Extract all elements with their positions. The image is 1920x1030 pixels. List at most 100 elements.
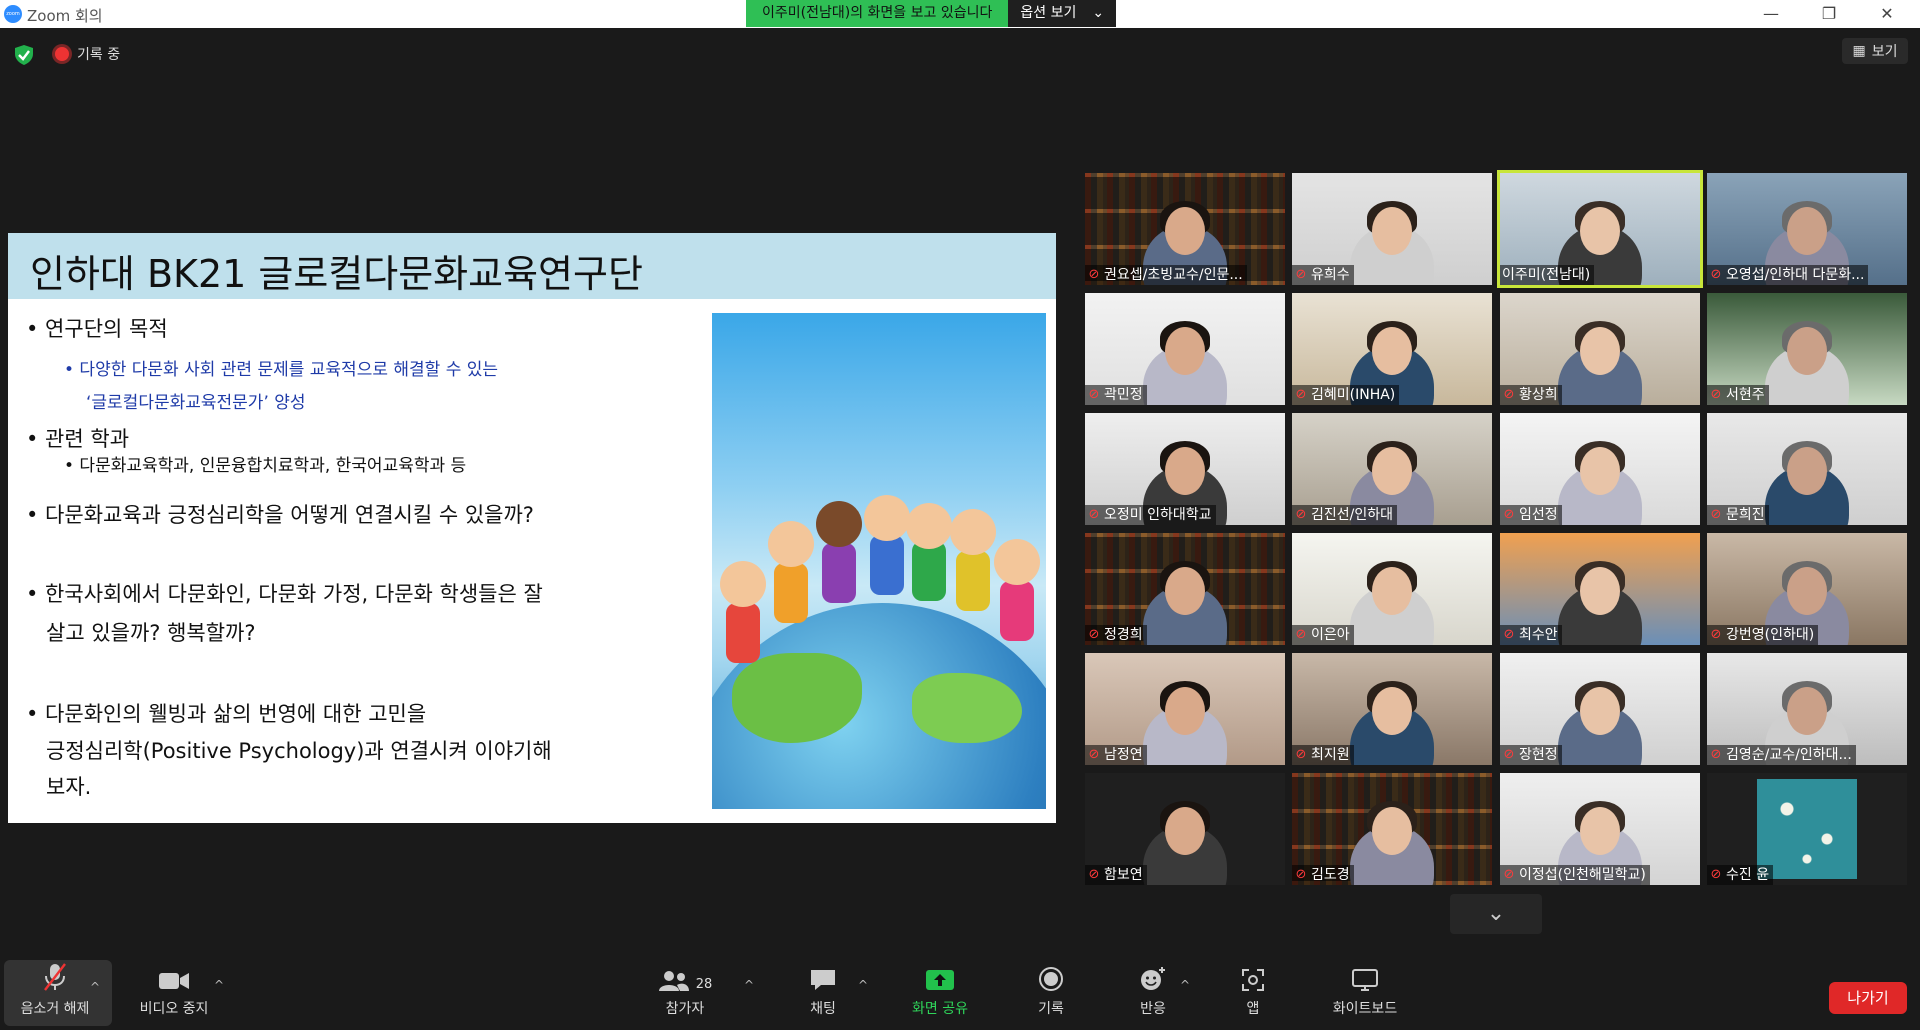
participant-name-label: ⊘ 최수안 xyxy=(1500,625,1562,645)
view-label: 보기 xyxy=(1871,44,1898,60)
participant-video-tile[interactable]: ⊘ 임선정 xyxy=(1500,413,1700,525)
participant-figure xyxy=(1165,207,1205,255)
microphone-muted-icon: ⊘ xyxy=(1710,627,1722,642)
close-button[interactable]: ✕ xyxy=(1858,0,1916,28)
participant-name-label: ⊘ 문희진 xyxy=(1707,505,1769,525)
participant-video-tile[interactable]: ⊘ 이은아 xyxy=(1292,533,1492,645)
participant-video-tile[interactable]: ⊘ 김도경 xyxy=(1292,773,1492,885)
participant-video-tile[interactable]: ⊘ 김진선/인하대 xyxy=(1292,413,1492,525)
recording-indicator[interactable]: 기록 중 xyxy=(55,44,120,64)
reactions-smiley-icon xyxy=(1141,967,1165,990)
leave-meeting-button[interactable]: 나가기 xyxy=(1829,982,1907,1014)
audio-options-caret-icon[interactable]: ^ xyxy=(90,980,100,994)
participant-name: 유희수 xyxy=(1311,267,1350,283)
unmute-button[interactable]: 음소거 해제 xyxy=(10,960,100,1030)
view-button[interactable]: ▦ 보기 xyxy=(1842,38,1908,64)
participant-video-tile[interactable]: ⊘ 황상희 xyxy=(1500,293,1700,405)
participant-video-tile[interactable]: ⊘ 이정섭(인천해밀학교) xyxy=(1500,773,1700,885)
microphone-muted-icon: ⊘ xyxy=(1295,747,1307,762)
participant-video-tile[interactable]: ⊘ 최수안 xyxy=(1500,533,1700,645)
participant-figure xyxy=(1787,687,1827,735)
slide-illustration xyxy=(712,313,1046,809)
shield-icon[interactable] xyxy=(13,44,35,66)
participant-video-tile[interactable]: ⊘ 오영섭/인하대 다문화... xyxy=(1707,173,1907,285)
participant-figure xyxy=(1165,807,1205,855)
record-button[interactable]: 기록 xyxy=(1018,960,1084,1030)
participant-video-tile[interactable]: ⊘ 곽민정 xyxy=(1085,293,1285,405)
participant-figure xyxy=(1372,327,1412,375)
slide-bullet: • 연구단의 목적 xyxy=(26,317,168,341)
participant-name: 이은아 xyxy=(1311,627,1350,643)
restore-button[interactable]: ❐ xyxy=(1800,0,1858,28)
participant-video-tile[interactable]: ⊘ 정경희 xyxy=(1085,533,1285,645)
participant-name-label: ⊘ 함보연 xyxy=(1085,865,1147,885)
kid-figure xyxy=(950,509,996,555)
participant-name-label: ⊘ 최지원 xyxy=(1292,745,1354,765)
slide-bullet: • 다문화인의 웰빙과 삶의 번영에 대한 고민을 xyxy=(26,702,427,726)
whiteboard-button[interactable]: 화이트보드 xyxy=(1320,960,1410,1030)
kid-figure xyxy=(994,539,1040,585)
reactions-label: 반응 xyxy=(1140,1001,1166,1017)
microphone-muted-icon: ⊘ xyxy=(1503,747,1515,762)
participants-button[interactable]: 28 참가자 xyxy=(650,960,720,1030)
kid-figure xyxy=(726,603,760,663)
video-options-caret-icon[interactable]: ^ xyxy=(214,978,224,992)
participant-video-tile[interactable]: ⊘ 최지원 xyxy=(1292,653,1492,765)
participant-video-tile[interactable]: ⊘ 장현정 xyxy=(1500,653,1700,765)
kid-figure xyxy=(906,503,952,549)
microphone-muted-icon: ⊘ xyxy=(1710,867,1722,882)
kid-figure xyxy=(870,535,904,595)
chat-button[interactable]: 채팅 xyxy=(790,960,856,1030)
participant-name-label: ⊘ 김도경 xyxy=(1292,865,1354,885)
participant-name: 남정연 xyxy=(1104,747,1143,763)
participants-options-caret-icon[interactable]: ^ xyxy=(744,978,754,992)
video-camera-icon xyxy=(159,973,189,989)
microphone-muted-icon: ⊘ xyxy=(1295,627,1307,642)
reactions-button[interactable]: 반응 xyxy=(1120,960,1186,1030)
participant-video-tile[interactable]: ⊘ 유희수 xyxy=(1292,173,1492,285)
participant-video-tile[interactable]: ⊘ 권요셉/초빙교수/인문... xyxy=(1085,173,1285,285)
participant-video-tile[interactable]: ⊘ 남정연 xyxy=(1085,653,1285,765)
chat-options-caret-icon[interactable]: ^ xyxy=(858,978,868,992)
minimize-button[interactable]: — xyxy=(1742,0,1800,28)
slide-bullet: 긍정심리학(Positive Psychology)과 연결시켜 이야기해 xyxy=(46,739,552,763)
participant-video-tile[interactable]: ⊘ 서현주 xyxy=(1707,293,1907,405)
participant-name: 강번영(인하대) xyxy=(1726,627,1815,643)
participant-figure xyxy=(1165,567,1205,615)
participant-name-label: ⊘ 남정연 xyxy=(1085,745,1147,765)
participant-name: 김진선/인하대 xyxy=(1311,507,1393,523)
participant-name: 서현주 xyxy=(1726,387,1765,403)
stop-video-button[interactable]: 비디오 중지 xyxy=(128,960,220,1030)
participant-video-tile[interactable]: ⊘ 수진 윤 xyxy=(1707,773,1907,885)
participant-video-tile[interactable]: ⊘ 오정미 인하대학교 xyxy=(1085,413,1285,525)
participant-name-label: ⊘ 유희수 xyxy=(1292,265,1354,285)
slide-bullet: • 한국사회에서 다문화인, 다문화 가정, 다문화 학생들은 잘 xyxy=(26,582,543,606)
gallery-next-page-button[interactable]: ⌄ xyxy=(1450,894,1542,934)
participant-video-tile[interactable]: ⊘ 함보연 xyxy=(1085,773,1285,885)
reactions-options-caret-icon[interactable]: ^ xyxy=(1180,978,1190,992)
participant-video-tile[interactable]: ⊘ 김혜미(INHA) xyxy=(1292,293,1492,405)
participant-name-label: ⊘ 임선정 xyxy=(1500,505,1562,525)
whiteboard-label: 화이트보드 xyxy=(1332,1001,1398,1017)
apps-button[interactable]: 앱 xyxy=(1220,960,1286,1030)
participant-figure xyxy=(1580,447,1620,495)
microphone-muted-icon: ⊘ xyxy=(1088,747,1100,762)
chat-icon xyxy=(811,970,835,990)
view-options-button[interactable]: 옵션 보기 ⌄ xyxy=(1008,0,1117,27)
participant-name: 함보연 xyxy=(1104,867,1143,883)
share-screen-button[interactable]: 화면 공유 xyxy=(900,960,980,1030)
participants-label: 참가자 xyxy=(665,1001,705,1017)
participant-name-label: ⊘ 강번영(인하대) xyxy=(1707,625,1819,645)
participants-icon xyxy=(658,971,689,991)
microphone-muted-icon: ⊘ xyxy=(1710,507,1722,522)
slide-bullet: • 다양한 다문화 사회 관련 문제를 교육적으로 해결할 수 있는 xyxy=(64,360,499,380)
participant-video-tile[interactable]: ⊘ 강번영(인하대) xyxy=(1707,533,1907,645)
participant-name: 김혜미(INHA) xyxy=(1311,387,1396,403)
participant-video-tile[interactable]: ⊘ 문희진 xyxy=(1707,413,1907,525)
participant-video-tile[interactable]: ⊘ 김영순/교수/인하대... xyxy=(1707,653,1907,765)
participant-name-label: ⊘ 곽민정 xyxy=(1085,385,1147,405)
participant-figure xyxy=(1787,447,1827,495)
microphone-muted-icon: ⊘ xyxy=(1710,747,1722,762)
participant-name: 정경희 xyxy=(1104,627,1143,643)
participant-video-tile[interactable]: 이주미(전남대) xyxy=(1497,170,1703,288)
